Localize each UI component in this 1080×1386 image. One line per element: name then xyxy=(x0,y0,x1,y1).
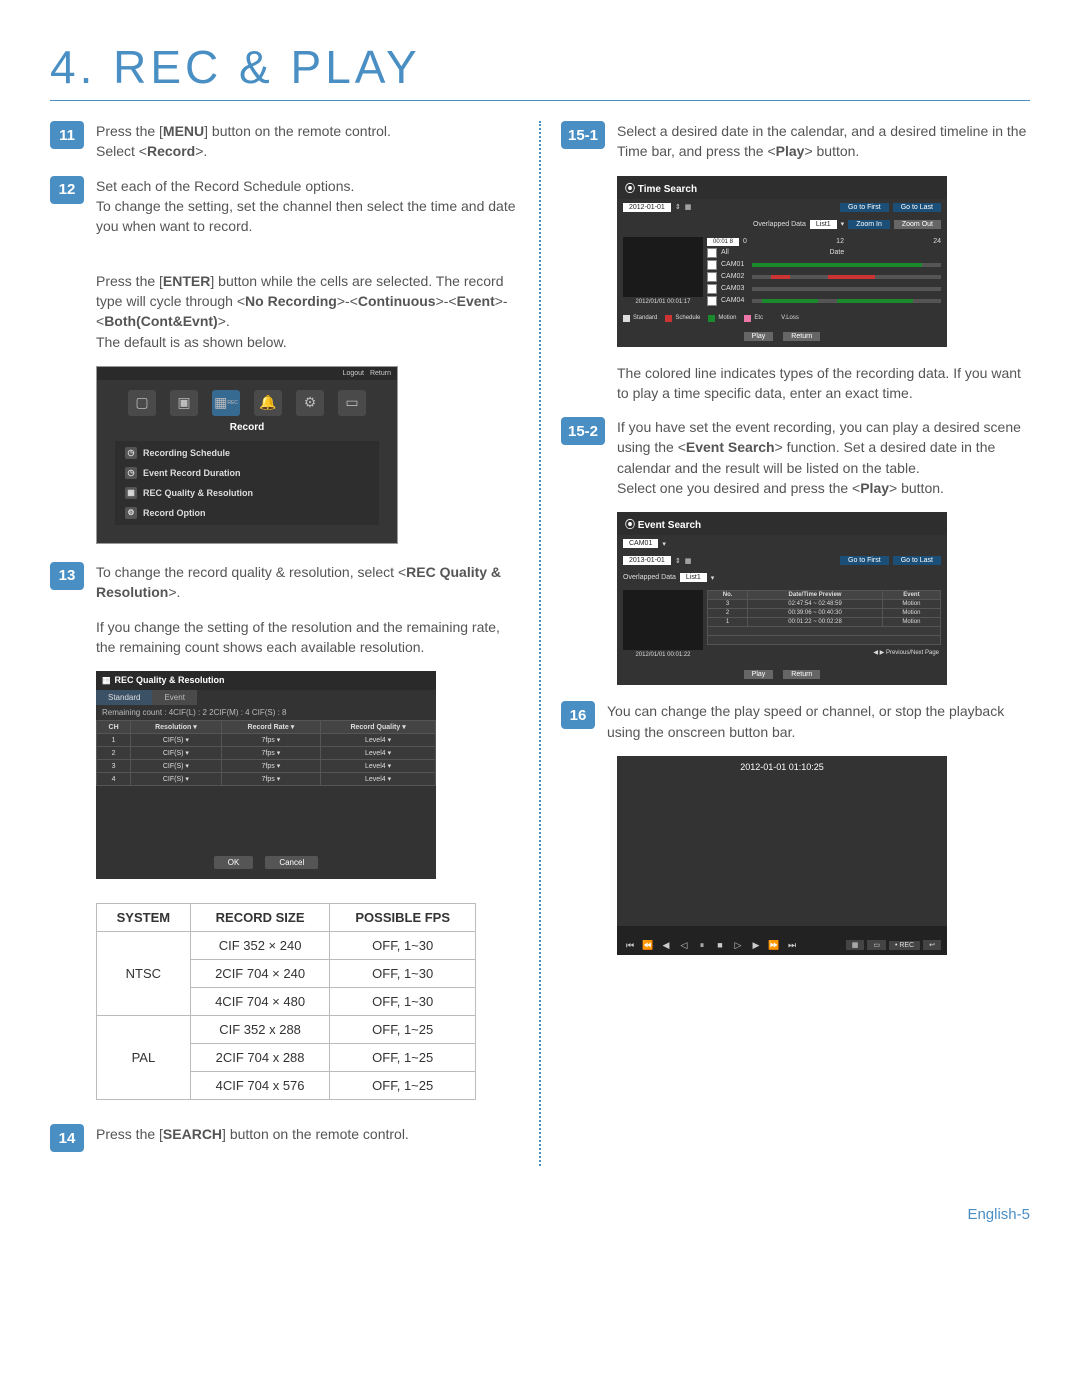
step-11-text: Press the [MENU] button on the remote co… xyxy=(96,121,519,162)
cam-select: CAM01 xyxy=(623,539,658,548)
preview-thumbnail xyxy=(623,590,703,650)
go-first-button: Go to First xyxy=(840,203,889,212)
play-button: Play xyxy=(744,332,774,341)
skip-back-icon: ⏮ xyxy=(623,940,637,951)
playback-video-frame xyxy=(617,756,947,926)
step-number-15-2: 15-2 xyxy=(561,417,605,445)
page-title: 4. REC & PLAY xyxy=(50,40,1030,101)
next-page-icon: ▶ xyxy=(880,650,885,656)
stepper-icon: ⇕ xyxy=(675,203,681,211)
rec-quality-panel: ▦REC Quality & Resolution Standard Event… xyxy=(96,671,436,879)
channel-indicator: ▭ xyxy=(867,940,886,950)
remaining-count-label: Remaining count : 4CIF(L) : 2 2CIF(M) : … xyxy=(96,705,436,720)
tab-event: Event xyxy=(152,690,196,705)
step-14-text: Press the [SEARCH] button on the remote … xyxy=(96,1124,519,1144)
network-icon: ▭ xyxy=(338,390,366,416)
playback-panel: 2012-01-01 01:10:25 ⏮ ⏪ ◀ ◁ ⏸ ■ ▷ ▶ ⏩ ⏭ … xyxy=(617,756,947,955)
exit-icon: ↩ xyxy=(923,940,941,950)
menu-item-rec-quality-resolution: ▦REC Quality & Resolution xyxy=(115,483,379,503)
table-row: 2CIF(S) ▾7fps ▾Level4 ▾ xyxy=(97,747,436,760)
step-number-12: 12 xyxy=(50,176,84,204)
menu-item-event-record-duration: ◷Event Record Duration xyxy=(115,463,379,483)
stepper-icon: ⇕ xyxy=(675,557,681,565)
record-icon: ▦REC xyxy=(212,390,240,416)
go-first-button: Go to First xyxy=(840,556,889,565)
calendar-icon: ▦ xyxy=(685,557,692,565)
step-16-text: You can change the play speed or channel… xyxy=(607,701,1030,742)
preview-thumbnail xyxy=(623,237,703,297)
table-row: 302:47:54 ~ 02:48:59Motion xyxy=(708,600,941,609)
dvr-record-menu-screenshot: Logout Return ▢ ▣ ▦REC 🔔 ⚙ ▭ Record ◷Rec… xyxy=(96,366,398,544)
table-row: 200:39:06 ~ 00:40:30Motion xyxy=(708,609,941,618)
logout-label: Logout xyxy=(343,370,364,377)
step-15-2-text: If you have set the event recording, you… xyxy=(617,417,1030,498)
camera-icon: ▣ xyxy=(170,390,198,416)
step-13-text-continued: If you change the setting of the resolut… xyxy=(96,617,519,658)
return-button: Return xyxy=(783,670,820,679)
left-column: 11 Press the [MENU] button on the remote… xyxy=(50,121,519,1166)
step-13-text: To change the record quality & resolutio… xyxy=(96,562,519,603)
go-last-button: Go to Last xyxy=(893,203,941,212)
column-divider xyxy=(539,121,541,1166)
event-search-panel: ⦿ Event Search CAM01▾ 2013-01-01 ⇕ ▦ Go … xyxy=(617,512,947,685)
page-footer: English-5 xyxy=(50,1206,1030,1223)
tab-standard: Standard xyxy=(96,690,152,705)
pause-icon: ⏸ xyxy=(695,940,709,951)
rec-indicator: • REC xyxy=(889,941,920,950)
table-row: 4CIF(S) ▾7fps ▾Level4 ▾ xyxy=(97,773,436,786)
grid-icon: ▦ xyxy=(846,940,865,950)
zoom-in-button: Zoom In xyxy=(848,220,890,229)
rewind-icon: ⏪ xyxy=(641,940,655,951)
forward-icon: ⏩ xyxy=(767,940,781,951)
step-number-14: 14 xyxy=(50,1124,84,1152)
table-row: 1CIF(S) ▾7fps ▾Level4 ▾ xyxy=(97,734,436,747)
system-icon: ▢ xyxy=(128,390,156,416)
play-icon: ▶ xyxy=(749,940,763,951)
dvr-section-title: Record xyxy=(97,420,397,441)
date-field: 2013-01-01 xyxy=(623,556,671,565)
table-row: 3CIF(S) ▾7fps ▾Level4 ▾ xyxy=(97,760,436,773)
menu-item-record-option: ⚙Record Option xyxy=(115,503,379,523)
event-icon: 🔔 xyxy=(254,390,282,416)
return-label: Return xyxy=(370,370,391,377)
rec-quality-table: CH Resolution ▾ Record Rate ▾ Record Qua… xyxy=(96,720,436,786)
menu-item-recording-schedule: ◷Recording Schedule xyxy=(115,443,379,463)
step-number-15-1: 15-1 xyxy=(561,121,605,149)
fps-reference-table: SYSTEM RECORD SIZE POSSIBLE FPS NTSCCIF … xyxy=(96,903,476,1100)
next-frame-icon: ▷ xyxy=(731,940,745,951)
time-search-panel: ⦿ Time Search 2012-01-01 ⇕ ▦ Go to First… xyxy=(617,176,947,347)
time-search-note: The colored line indicates types of the … xyxy=(617,363,1030,404)
prev-frame-icon: ◁ xyxy=(677,940,691,951)
gear-icon: ⚙ xyxy=(296,390,324,416)
right-column: 15-1 Select a desired date in the calend… xyxy=(561,121,1030,1166)
go-last-button: Go to Last xyxy=(893,556,941,565)
step-back-icon: ◀ xyxy=(659,940,673,951)
date-field: 2012-01-01 xyxy=(623,203,671,212)
prev-page-icon: ◀ xyxy=(873,650,878,656)
step-15-1-text: Select a desired date in the calendar, a… xyxy=(617,121,1030,162)
step-number-13: 13 xyxy=(50,562,84,590)
play-button: Play xyxy=(744,670,774,679)
step-number-11: 11 xyxy=(50,121,84,149)
zoom-out-button: Zoom Out xyxy=(894,220,941,229)
cancel-button: Cancel xyxy=(265,856,318,869)
event-table: No.Date/Time PreviewEvent 302:47:54 ~ 02… xyxy=(707,590,941,645)
ok-button: OK xyxy=(214,856,254,869)
step-number-16: 16 xyxy=(561,701,595,729)
calendar-icon: ▦ xyxy=(685,203,692,211)
playback-timestamp: 2012-01-01 01:10:25 xyxy=(740,762,824,772)
stop-icon: ■ xyxy=(713,940,727,951)
return-button: Return xyxy=(783,332,820,341)
table-row: 100:01:22 ~ 00:02:28Motion xyxy=(708,618,941,627)
step-12-text-continued: Press the [ENTER] button while the cells… xyxy=(96,250,519,351)
skip-forward-icon: ⏭ xyxy=(785,940,799,951)
step-12-text: Set each of the Record Schedule options.… xyxy=(96,176,519,237)
